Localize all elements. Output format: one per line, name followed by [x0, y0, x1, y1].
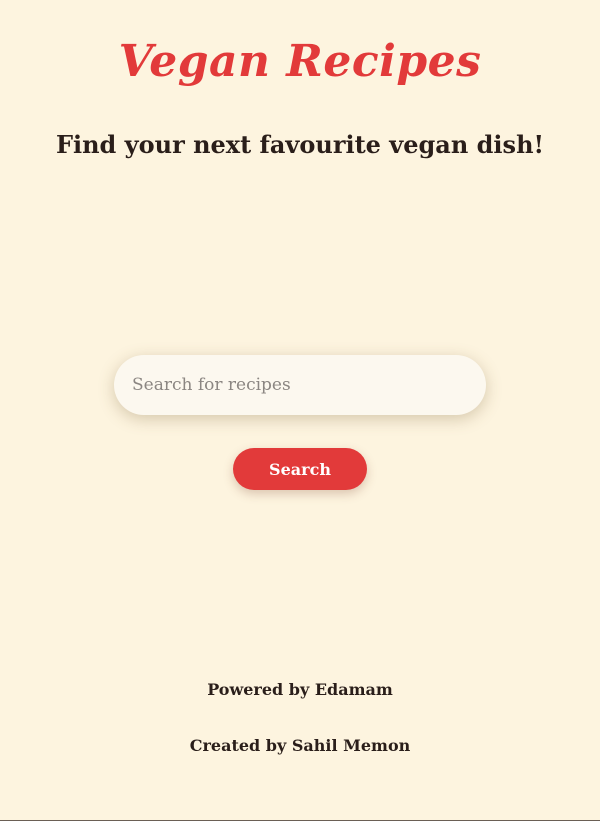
- page: Vegan Recipes Find your next favourite v…: [0, 0, 600, 821]
- search-input[interactable]: [114, 355, 486, 415]
- app-title: Vegan Recipes: [118, 36, 482, 87]
- page-subtitle: Find your next favourite vegan dish!: [55, 130, 545, 159]
- powered-by-text: Powered by Edamam: [207, 680, 393, 699]
- created-by-text: Created by Sahil Memon: [189, 736, 411, 755]
- search-button[interactable]: Search: [233, 448, 367, 490]
